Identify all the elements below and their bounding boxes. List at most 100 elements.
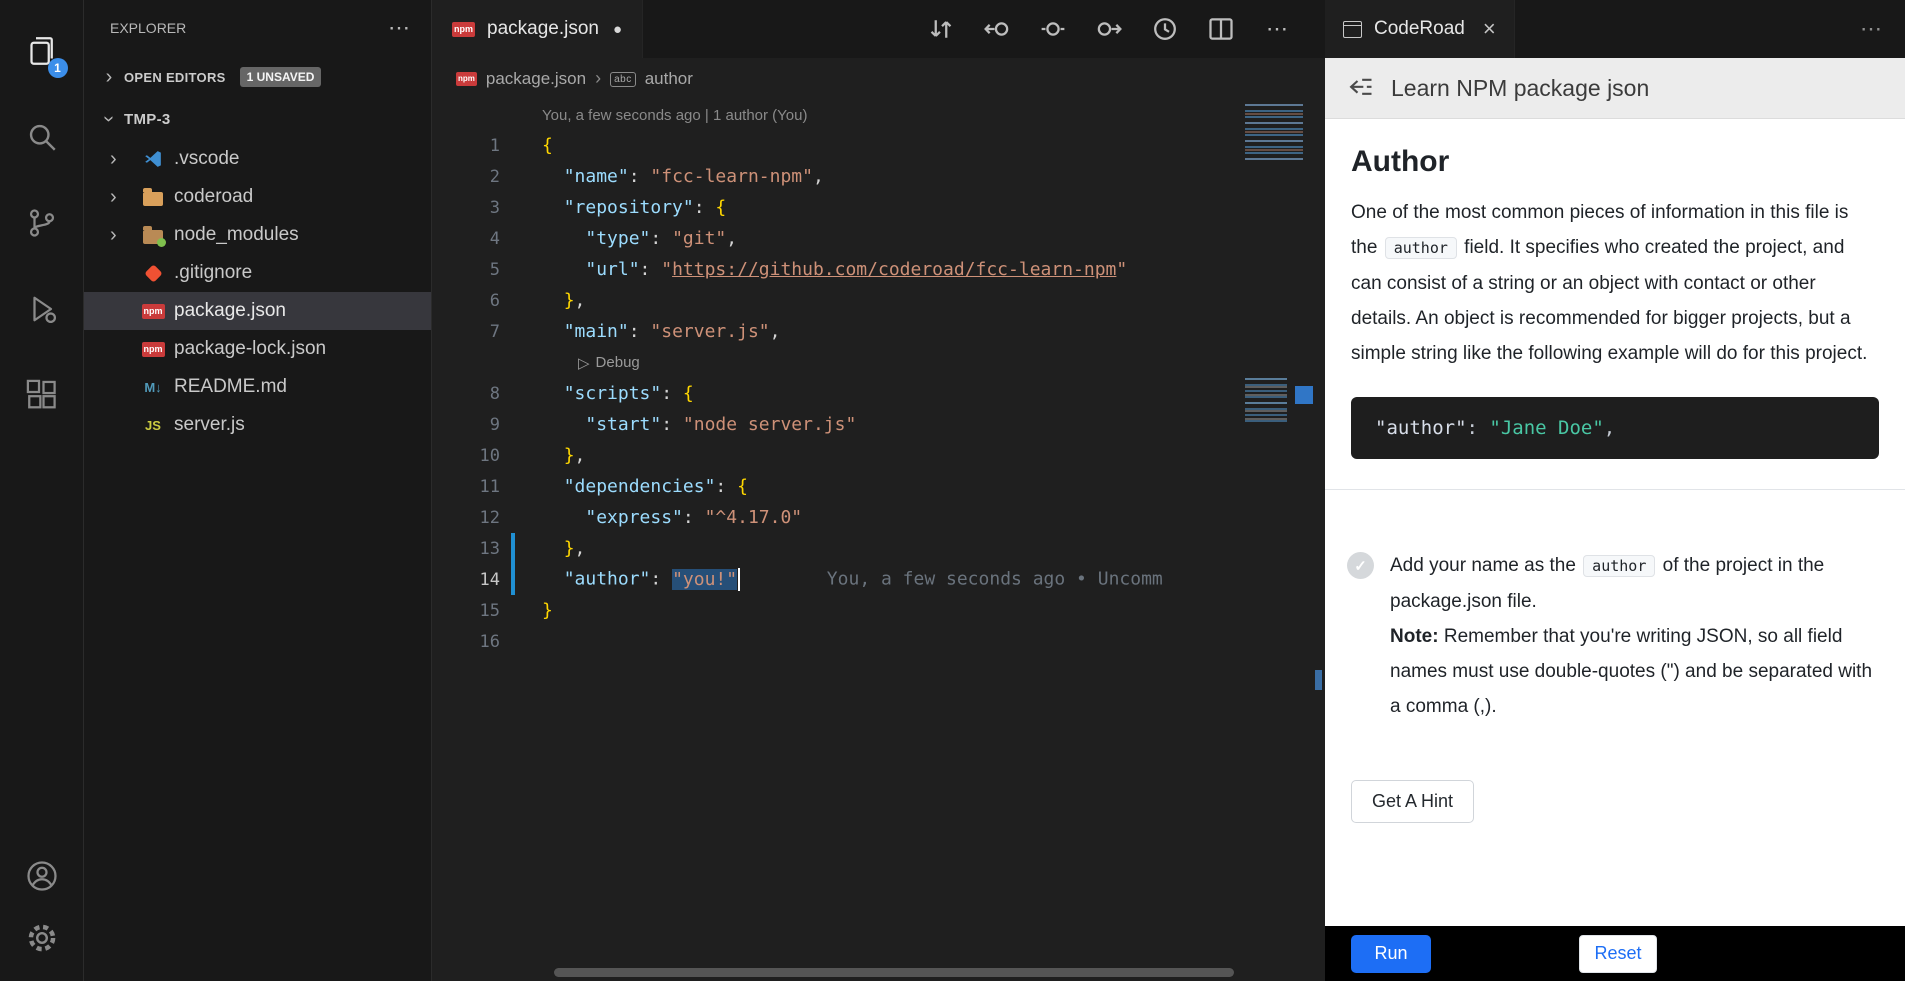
coderoad-footer: Run Reset (1325, 926, 1905, 981)
tree-item-label: .vscode (174, 148, 239, 170)
overview-ruler-marker (1315, 670, 1322, 690)
code-line-13[interactable]: 13 }, (432, 533, 1325, 564)
gutter (500, 409, 542, 440)
tree-item-node_modules[interactable]: ›node_modules (84, 216, 431, 254)
code-text: "repository": { (542, 197, 726, 218)
code-line-12[interactable]: 12 "express": "^4.17.0" (432, 502, 1325, 533)
code-text: "author": "you!" You, a few seconds ago … (542, 568, 1163, 591)
codelens-debug[interactable]: ▷Debug (432, 347, 1325, 378)
account-button[interactable] (0, 847, 84, 909)
code-text: "scripts": { (542, 383, 694, 404)
tab-coderoad[interactable]: CodeRoad × (1325, 0, 1515, 58)
next-change-icon[interactable] (1095, 15, 1123, 43)
code-line-10[interactable]: 10 }, (432, 440, 1325, 471)
breadcrumb-symbol[interactable]: author (645, 69, 693, 89)
get-hint-button[interactable]: Get A Hint (1351, 780, 1474, 823)
code-line-7[interactable]: 7 "main": "server.js", (432, 316, 1325, 347)
minimap[interactable] (1239, 100, 1325, 660)
code-text: "url": "https://github.com/coderoad/fcc-… (542, 259, 1127, 280)
open-editors-header[interactable]: › OPEN EDITORS 1 UNSAVED (84, 56, 431, 98)
code-line-8[interactable]: 8 "scripts": { (432, 378, 1325, 409)
code-line-5[interactable]: 5 "url": "https://github.com/coderoad/fc… (432, 254, 1325, 285)
workspace-root-header[interactable]: › TMP-3 (84, 98, 431, 140)
search-icon (24, 119, 60, 160)
breadcrumb: npm package.json › abc author (432, 58, 1325, 100)
tree-item-package-lock.json[interactable]: npmpackage-lock.json (84, 330, 431, 368)
activity-bar-top: 1 (0, 0, 83, 440)
inline-code: author (1583, 555, 1655, 577)
blame-codelens[interactable]: You, a few seconds ago | 1 author (You) (432, 100, 1325, 130)
code-editor[interactable]: You, a few seconds ago | 1 author (You) … (432, 100, 1325, 981)
editor-more-actions-icon[interactable]: ⋯ (1263, 15, 1291, 43)
tree-item-.vscode[interactable]: ›.vscode (84, 140, 431, 178)
run-debug-activity-button[interactable] (0, 268, 84, 354)
tree-item-README.md[interactable]: M↓README.md (84, 368, 431, 406)
run-button[interactable]: Run (1351, 935, 1431, 973)
inline-code: author (1385, 237, 1457, 259)
js-icon: JS (140, 414, 166, 436)
extensions-icon (24, 377, 60, 418)
gutter (500, 502, 542, 533)
code-line-9[interactable]: 9 "start": "node server.js" (432, 409, 1325, 440)
tree-item-coderoad[interactable]: ›coderoad (84, 178, 431, 216)
tree-item-server.js[interactable]: JSserver.js (84, 406, 431, 444)
tree-item-label: package.json (174, 300, 286, 322)
code-line-14[interactable]: 14 "author": "you!" You, a few seconds a… (432, 564, 1325, 595)
horizontal-scrollbar[interactable] (554, 968, 1234, 977)
close-icon[interactable]: × (1483, 18, 1496, 40)
line-number: 4 (432, 229, 500, 249)
code-text: } (542, 600, 553, 621)
code-line-11[interactable]: 11 "dependencies": { (432, 471, 1325, 502)
code-line-15[interactable]: 15} (432, 595, 1325, 626)
code-line-3[interactable]: 3 "repository": { (432, 192, 1325, 223)
code-text: { (542, 135, 553, 156)
modified-gutter-marker (500, 533, 542, 564)
change-indicator-icon[interactable] (1039, 15, 1067, 43)
lesson-paragraph: One of the most common pieces of informa… (1351, 195, 1879, 371)
unsaved-badge: 1 UNSAVED (240, 67, 322, 87)
dirty-indicator-icon: ● (613, 21, 622, 38)
line-number: 16 (432, 632, 500, 652)
code-rows: 1{2 "name": "fcc-learn-npm",3 "repositor… (432, 130, 1325, 657)
code-text: "dependencies": { (542, 476, 748, 497)
folder-icon (140, 186, 166, 208)
split-editor-icon[interactable] (1207, 15, 1235, 43)
gear-icon (24, 920, 60, 961)
play-icon: ▷ (578, 354, 590, 372)
sidebar-title-row: EXPLORER ⋯ (84, 0, 431, 56)
panel-more-icon[interactable]: ⋯ (1860, 16, 1883, 42)
code-line-1[interactable]: 1{ (432, 130, 1325, 161)
source-control-activity-button[interactable] (0, 182, 84, 268)
code-line-2[interactable]: 2 "name": "fcc-learn-npm", (432, 161, 1325, 192)
toc-back-icon[interactable] (1347, 76, 1375, 100)
explorer-activity-button[interactable]: 1 (0, 10, 84, 96)
code-text: }, (542, 445, 585, 466)
tab-package-json[interactable]: npm package.json ● (432, 0, 643, 58)
code-line-4[interactable]: 4 "type": "git", (432, 223, 1325, 254)
code-line-16[interactable]: 16 (432, 626, 1325, 657)
clock-icon[interactable] (1151, 15, 1179, 43)
extensions-activity-button[interactable] (0, 354, 84, 440)
line-number: 10 (432, 446, 500, 466)
vscode-icon (140, 148, 166, 170)
node-modules-folder-icon (140, 224, 166, 246)
git-icon (140, 262, 166, 284)
open-editors-label: OPEN EDITORS (124, 70, 226, 85)
explorer-more-icon[interactable]: ⋯ (388, 15, 411, 41)
task-check-icon: ✓ (1347, 552, 1374, 579)
gutter (500, 285, 542, 316)
tree-item-label: README.md (174, 376, 287, 398)
tree-item-.gitignore[interactable]: .gitignore (84, 254, 431, 292)
chevron-down-icon: › (99, 108, 119, 130)
lesson-heading: Author (1351, 145, 1879, 179)
swap-changes-icon[interactable] (927, 15, 955, 43)
tree-item-package.json[interactable]: npmpackage.json (84, 292, 431, 330)
search-activity-button[interactable] (0, 96, 84, 182)
previous-change-icon[interactable] (983, 15, 1011, 43)
gutter (500, 471, 542, 502)
reset-button[interactable]: Reset (1579, 935, 1657, 973)
breadcrumb-file[interactable]: package.json (486, 69, 586, 89)
code-line-6[interactable]: 6 }, (432, 285, 1325, 316)
settings-button[interactable] (0, 909, 84, 971)
code-text: "main": "server.js", (542, 321, 780, 342)
